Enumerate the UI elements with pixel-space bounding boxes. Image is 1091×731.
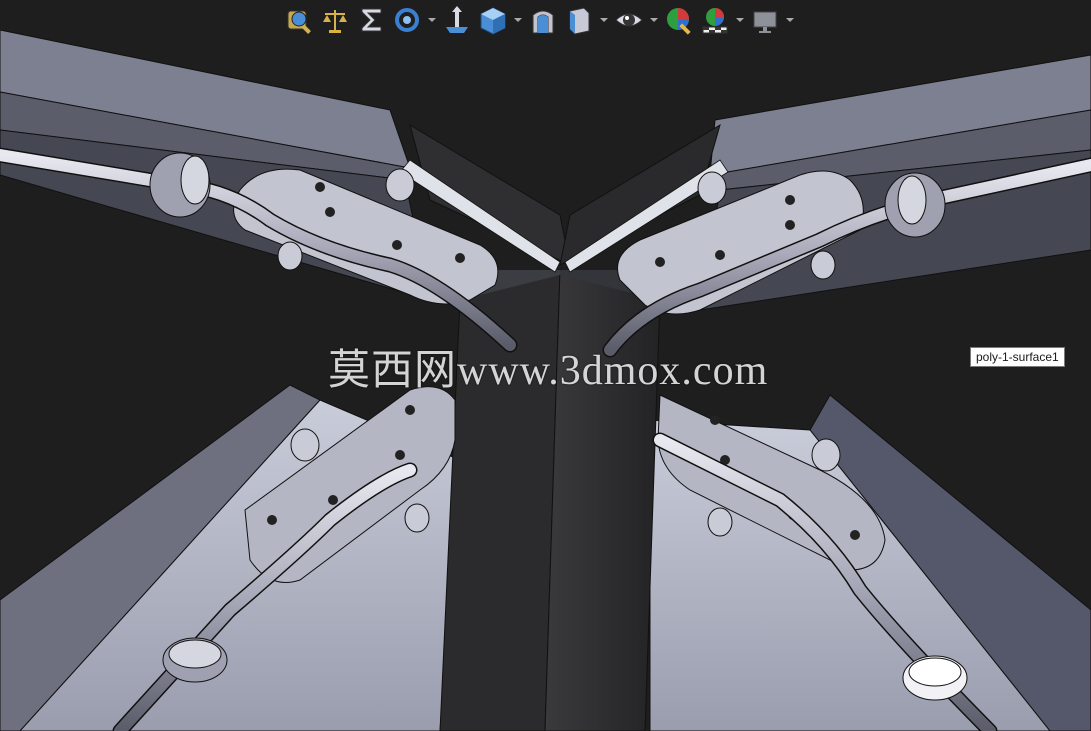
view-settings-icon (753, 11, 777, 33)
rotate-view-icon (395, 8, 419, 32)
cad-model-view[interactable] (0, 0, 1091, 731)
display-style-button[interactable] (526, 2, 560, 38)
chevron-down-icon (514, 18, 522, 22)
sum-icon (361, 8, 382, 32)
zoom-to-fit-button[interactable] (282, 2, 316, 38)
chevron-down-icon (736, 18, 744, 22)
edit-appearance-icon (667, 8, 691, 35)
heads-up-view-toolbar (282, 0, 796, 40)
apply-scene-button[interactable] (698, 2, 732, 38)
chevron-down-icon (428, 18, 436, 22)
rotate-view-dropdown[interactable] (426, 2, 438, 38)
hide-show-dropdown[interactable] (648, 2, 660, 38)
display-style-icon (532, 10, 554, 34)
sum-button[interactable] (354, 2, 388, 38)
view-orientation-icon (480, 7, 506, 35)
view-orientation-button[interactable] (476, 2, 510, 38)
section-view-icon (446, 6, 468, 33)
mass-properties-icon (323, 10, 347, 33)
chevron-down-icon (650, 18, 658, 22)
view-orientation-dropdown[interactable] (512, 2, 524, 38)
apply-scene-dropdown[interactable] (734, 2, 746, 38)
apply-scene-icon (702, 8, 728, 34)
view-settings-dropdown[interactable] (784, 2, 796, 38)
mass-properties-button[interactable] (318, 2, 352, 38)
hide-show-items-button[interactable] (612, 2, 646, 38)
section-view-dropdown[interactable] (598, 2, 610, 38)
zoom-to-fit-icon (287, 10, 311, 34)
view-settings-button[interactable] (748, 2, 782, 38)
graphics-viewport[interactable]: 莫西网www.3dmox.com poly-1-surface1 (0, 0, 1091, 731)
section-view-cube-icon (569, 7, 590, 35)
face-tooltip: poly-1-surface1 (970, 347, 1065, 367)
section-view-button[interactable] (440, 2, 474, 38)
hide-show-items-icon (615, 13, 643, 27)
edit-appearance-button[interactable] (662, 2, 696, 38)
section-view-cube-button[interactable] (562, 2, 596, 38)
rotate-view-button[interactable] (390, 2, 424, 38)
chevron-down-icon (600, 18, 608, 22)
chevron-down-icon (786, 18, 794, 22)
